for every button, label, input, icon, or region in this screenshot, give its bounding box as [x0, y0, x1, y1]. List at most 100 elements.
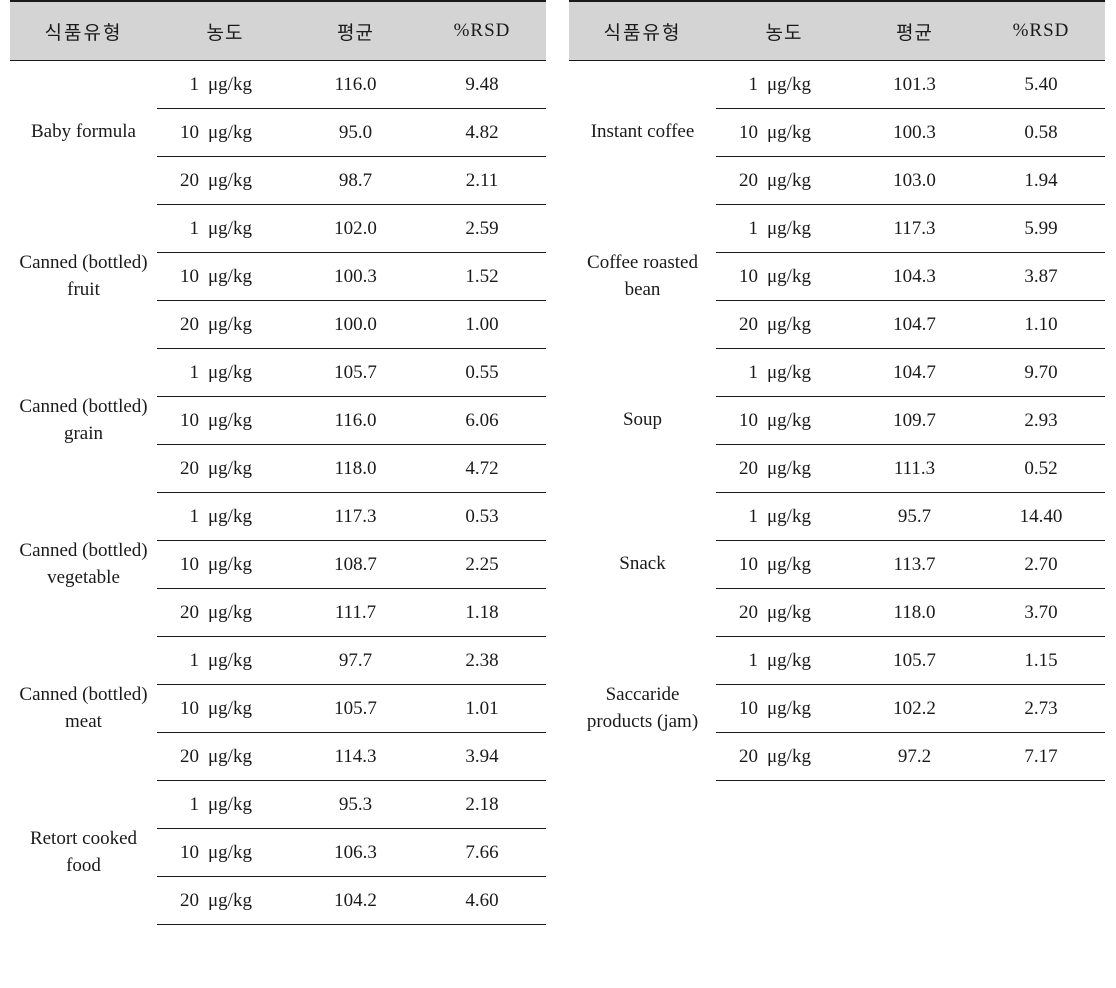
cell-rsd: 1.94	[977, 156, 1105, 205]
concentration-unit: μg/kg	[208, 313, 252, 335]
column-header-rsd: %RSD	[977, 0, 1105, 61]
concentration-value: 1	[189, 505, 200, 527]
recovery-rsd-table-left: 식품유형 농도 평균 %RSD Baby formula 1 μg/kg 116.0 9…	[10, 0, 546, 925]
column-header-mean: 평균	[852, 0, 977, 61]
cell-mean: 100.3	[852, 108, 977, 157]
concentration-unit: μg/kg	[767, 265, 811, 287]
right-results-table-container: 식품유형 농도 평균 %RSD Instant coffee 1 μg/kg 101.…	[569, 0, 1105, 781]
concentration-value: 1	[189, 793, 200, 815]
concentration-unit: μg/kg	[767, 553, 811, 575]
cell-mean: 103.0	[852, 156, 977, 205]
concentration-unit: μg/kg	[767, 697, 811, 719]
cell-rsd: 1.52	[418, 252, 546, 301]
concentration-value: 10	[180, 121, 199, 143]
concentration-unit: μg/kg	[767, 649, 811, 671]
column-header-food-type: 식품유형	[10, 0, 157, 61]
cell-rsd: 0.55	[418, 348, 546, 397]
cell-rsd: 3.94	[418, 732, 546, 781]
cell-concentration: 20 μg/kg	[716, 444, 852, 493]
cell-concentration: 20 μg/kg	[157, 876, 293, 925]
concentration-unit: μg/kg	[208, 793, 252, 815]
cell-mean: 118.0	[293, 444, 418, 493]
concentration-unit: μg/kg	[208, 505, 252, 527]
cell-rsd: 2.59	[418, 204, 546, 253]
cell-rsd: 5.40	[977, 60, 1105, 109]
table-body-left: Baby formula 1 μg/kg 116.0 9.48 10 μg/kg 95.0 4.…	[10, 60, 546, 925]
concentration-value: 1	[748, 505, 759, 527]
cell-rsd: 1.18	[418, 588, 546, 637]
concentration-value: 20	[180, 313, 199, 335]
concentration-unit: μg/kg	[767, 361, 811, 383]
concentration-unit: μg/kg	[767, 169, 811, 191]
cell-concentration: 10 μg/kg	[157, 540, 293, 589]
concentration-value: 20	[739, 745, 758, 767]
cell-rsd: 2.93	[977, 396, 1105, 445]
cell-rsd: 0.58	[977, 108, 1105, 157]
cell-rsd: 7.17	[977, 732, 1105, 781]
concentration-value: 1	[748, 217, 759, 239]
concentration-value: 10	[739, 553, 758, 575]
cell-concentration: 1 μg/kg	[716, 348, 852, 397]
cell-concentration: 10 μg/kg	[716, 540, 852, 589]
concentration-value: 10	[739, 697, 758, 719]
cell-mean: 117.3	[852, 204, 977, 253]
cell-concentration: 10 μg/kg	[157, 684, 293, 733]
cell-rsd: 5.99	[977, 204, 1105, 253]
concentration-unit: μg/kg	[208, 73, 252, 95]
cell-concentration: 10 μg/kg	[716, 684, 852, 733]
table-row: Canned (bottled) meat 1 μg/kg 97.7 2.38	[10, 636, 546, 732]
cell-rsd: 9.70	[977, 348, 1105, 397]
cell-rsd: 4.60	[418, 876, 546, 925]
concentration-value: 10	[739, 121, 758, 143]
concentration-value: 20	[180, 745, 199, 767]
concentration-unit: μg/kg	[767, 505, 811, 527]
cell-rsd: 2.38	[418, 636, 546, 685]
concentration-value: 20	[180, 601, 199, 623]
cell-rsd: 2.70	[977, 540, 1105, 589]
cell-rsd: 1.00	[418, 300, 546, 349]
cell-concentration: 10 μg/kg	[157, 108, 293, 157]
table-row: Baby formula 1 μg/kg 116.0 9.48	[10, 60, 546, 142]
cell-mean: 105.7	[293, 684, 418, 733]
concentration-value: 1	[189, 361, 200, 383]
cell-concentration: 1 μg/kg	[716, 204, 852, 253]
cell-mean: 104.7	[852, 348, 977, 397]
cell-concentration: 1 μg/kg	[157, 204, 293, 253]
cell-concentration: 10 μg/kg	[716, 396, 852, 445]
column-header-concentration: 농도	[716, 0, 852, 61]
cell-rsd: 3.87	[977, 252, 1105, 301]
cell-concentration: 1 μg/kg	[716, 492, 852, 541]
cell-mean: 106.3	[293, 828, 418, 877]
concentration-unit: μg/kg	[208, 457, 252, 479]
cell-mean: 118.0	[852, 588, 977, 637]
cell-mean: 104.3	[852, 252, 977, 301]
table-row: Snack 1 μg/kg 95.7 14.40	[569, 492, 1105, 574]
cell-concentration: 1 μg/kg	[157, 636, 293, 685]
cell-mean: 97.7	[293, 636, 418, 685]
concentration-unit: μg/kg	[767, 745, 811, 767]
concentration-unit: μg/kg	[767, 313, 811, 335]
cell-mean: 114.3	[293, 732, 418, 781]
cell-concentration: 20 μg/kg	[157, 444, 293, 493]
header-row: 식품유형 농도 평균 %RSD	[569, 0, 1105, 61]
concentration-value: 10	[739, 409, 758, 431]
cell-concentration: 20 μg/kg	[157, 588, 293, 637]
cell-food-type: Snack	[619, 553, 666, 575]
cell-mean: 102.0	[293, 204, 418, 253]
cell-mean: 100.3	[293, 252, 418, 301]
concentration-value: 1	[748, 73, 759, 95]
cell-food-type: Retort cooked food	[29, 827, 138, 876]
table-row: Saccaride products (jam) 1 μg/kg 105.7 1.15	[569, 636, 1105, 732]
table-body-right: Instant coffee 1 μg/kg 101.3 5.40 10 μg/kg 100.…	[569, 60, 1105, 781]
cell-mean: 109.7	[852, 396, 977, 445]
cell-mean: 113.7	[852, 540, 977, 589]
cell-mean: 101.3	[852, 60, 977, 109]
cell-mean: 95.7	[852, 492, 977, 541]
table-row: Instant coffee 1 μg/kg 101.3 5.40	[569, 60, 1105, 142]
cell-mean: 116.0	[293, 60, 418, 109]
cell-concentration: 1 μg/kg	[157, 60, 293, 109]
table-header-right: 식품유형 농도 평균 %RSD	[569, 0, 1105, 61]
table-row: Canned (bottled) grain 1 μg/kg 105.7 0.55	[10, 348, 546, 444]
cell-food-type: Saccaride products (jam)	[586, 683, 699, 732]
cell-concentration: 10 μg/kg	[716, 252, 852, 301]
